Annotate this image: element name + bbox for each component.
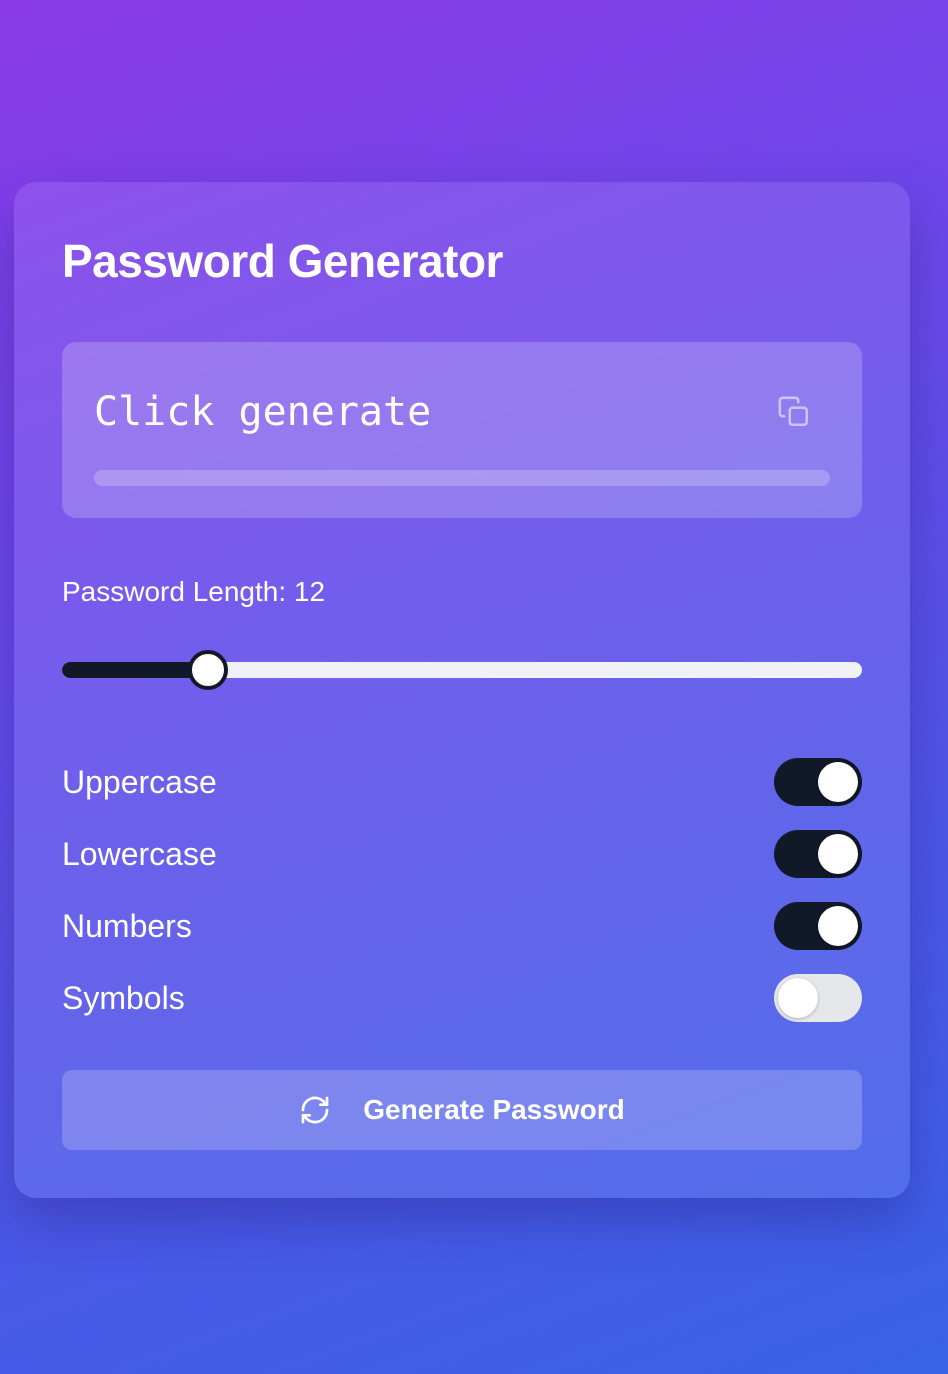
password-output: Click generate (94, 389, 432, 435)
length-slider-fill (62, 662, 206, 678)
option-label-numbers: Numbers (62, 908, 192, 944)
option-label-uppercase: Uppercase (62, 764, 217, 800)
toggle-knob (818, 906, 858, 946)
option-label-lowercase: Lowercase (62, 836, 217, 872)
toggle-uppercase[interactable] (774, 758, 862, 806)
strength-meter (94, 470, 830, 486)
generate-password-button[interactable]: Generate Password (62, 1070, 862, 1150)
password-generator-card: Password Generator Click generate Passwo… (14, 182, 910, 1198)
password-display: Click generate (62, 342, 862, 518)
option-uppercase: Uppercase (62, 758, 862, 806)
option-lowercase: Lowercase (62, 830, 862, 878)
option-label-symbols: Symbols (62, 980, 185, 1016)
toggle-knob (778, 978, 818, 1018)
generate-button-label: Generate Password (363, 1094, 625, 1125)
toggle-lowercase[interactable] (774, 830, 862, 878)
refresh-icon (299, 1094, 331, 1126)
toggle-knob (818, 834, 858, 874)
toggle-knob (818, 762, 858, 802)
toggle-symbols[interactable] (774, 974, 862, 1022)
option-numbers: Numbers (62, 902, 862, 950)
page-title: Password Generator (62, 235, 503, 287)
length-slider-thumb[interactable] (188, 650, 228, 690)
toggle-numbers[interactable] (774, 902, 862, 950)
length-label: Password Length: 12 (62, 576, 326, 607)
option-symbols: Symbols (62, 974, 862, 1022)
copy-icon (777, 395, 811, 429)
length-slider[interactable] (62, 650, 862, 690)
copy-button[interactable] (774, 392, 814, 432)
